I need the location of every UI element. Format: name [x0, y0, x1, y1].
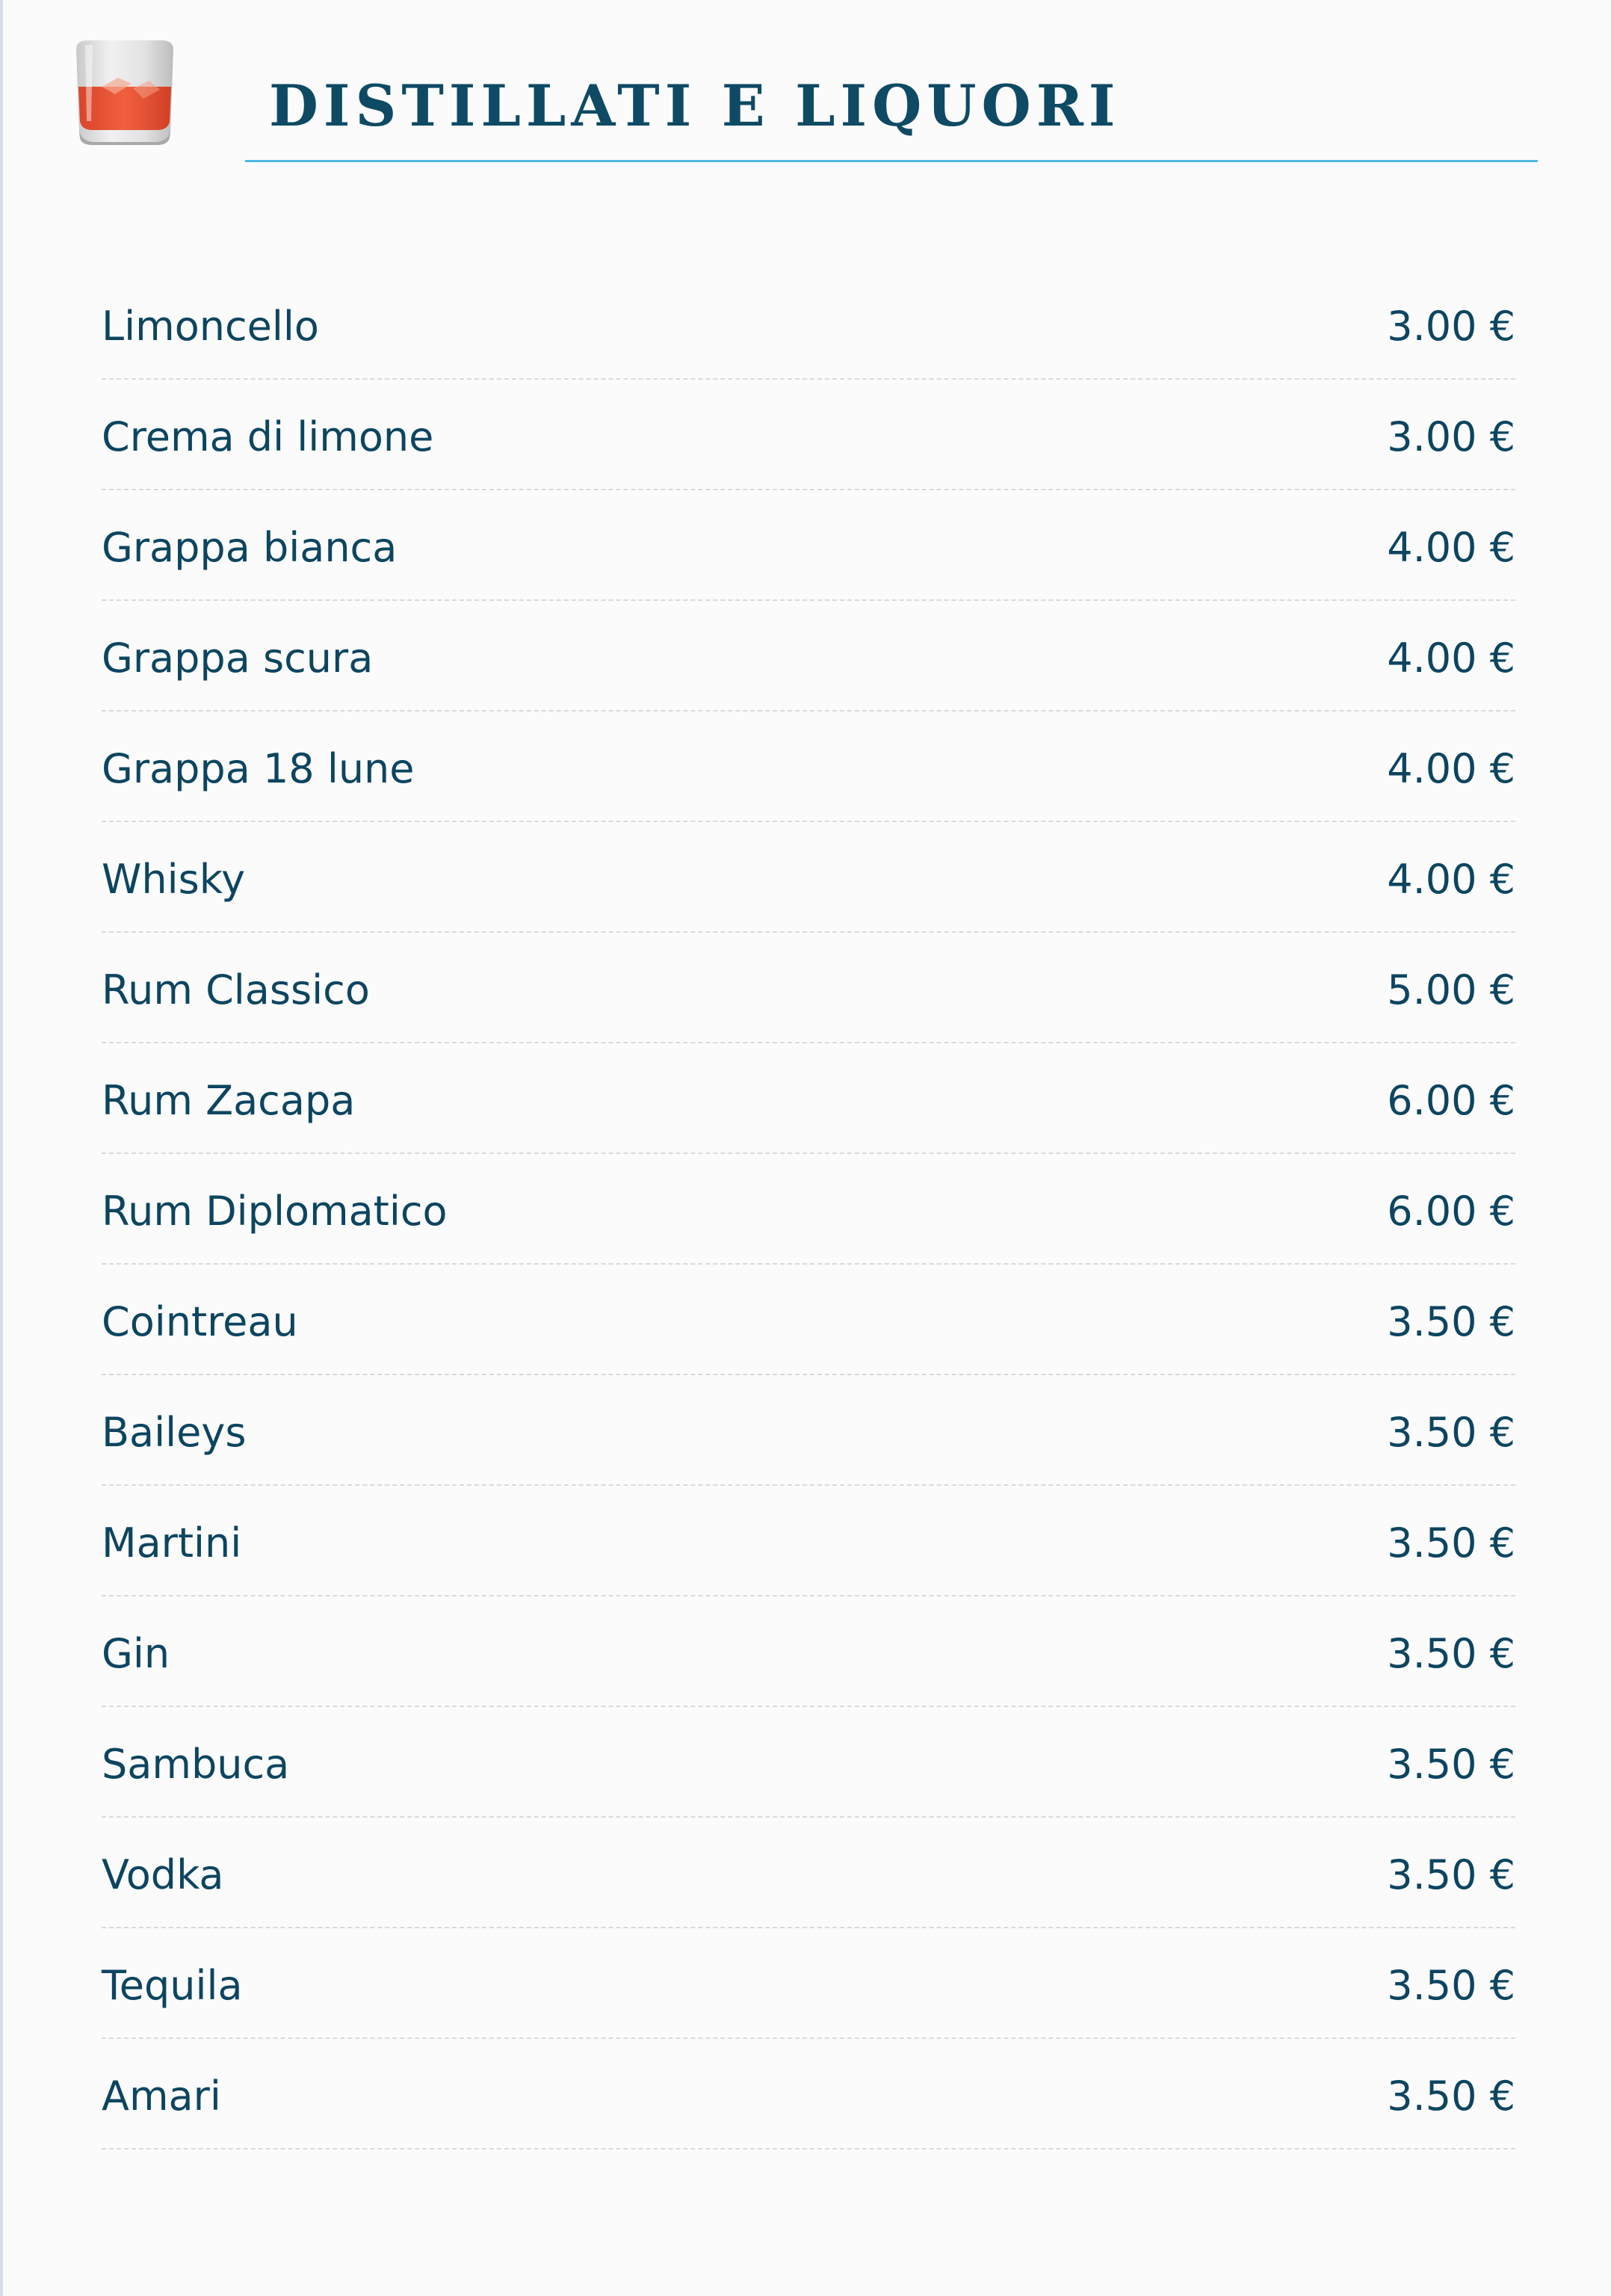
menu-item-row: Sambuca 3.50 €	[102, 1707, 1515, 1818]
menu-item-name: Grappa scura	[102, 635, 374, 682]
menu-item-row: Amari 3.50 €	[102, 2039, 1515, 2150]
menu-item-price: 3.50 €	[1387, 1298, 1515, 1345]
menu-item-price: 4.00 €	[1387, 745, 1515, 792]
menu-item-row: Tequila 3.50 €	[102, 1928, 1515, 2039]
menu-item-row: Rum Zacapa 6.00 €	[102, 1043, 1515, 1154]
menu-item-name: Baileys	[102, 1409, 247, 1456]
page-title: DISTILLATI E LIQUORI	[269, 72, 1121, 139]
menu-item-name: Rum Classico	[102, 966, 370, 1013]
menu-item-name: Rum Zacapa	[102, 1077, 356, 1124]
menu-item-name: Limoncello	[102, 303, 319, 350]
menu-item-row: Rum Diplomatico 6.00 €	[102, 1154, 1515, 1265]
menu-item-name: Sambuca	[102, 1741, 290, 1788]
liquor-glass-icon	[76, 40, 173, 145]
menu-item-name: Martini	[102, 1519, 242, 1567]
menu-item-row: Gin 3.50 €	[102, 1596, 1515, 1707]
menu-item-name: Grappa 18 lune	[102, 745, 415, 792]
menu-item-price: 5.00 €	[1387, 966, 1515, 1013]
menu-item-name: Cointreau	[102, 1298, 298, 1345]
menu-item-price: 4.00 €	[1387, 524, 1515, 571]
menu-item-name: Gin	[102, 1630, 170, 1677]
menu-list: Limoncello 3.00 € Crema di limone 3.00 € Gra…	[102, 269, 1515, 2150]
menu-item-row: Whisky 4.00 €	[102, 822, 1515, 933]
menu-item-name: Tequila	[102, 1962, 243, 2009]
menu-item-name: Crema di limone	[102, 413, 434, 460]
menu-item-price: 3.50 €	[1387, 1851, 1515, 1898]
menu-item-price: 3.50 €	[1387, 2073, 1515, 2120]
menu-item-row: Martini 3.50 €	[102, 1486, 1515, 1596]
menu-item-row: Rum Classico 5.00 €	[102, 933, 1515, 1043]
menu-item-name: Whisky	[102, 856, 246, 903]
title-divider	[245, 160, 1538, 162]
menu-item-name: Amari	[102, 2073, 221, 2120]
menu-item-price: 4.00 €	[1387, 635, 1515, 682]
menu-item-price: 3.50 €	[1387, 1519, 1515, 1567]
menu-item-row: Cointreau 3.50 €	[102, 1265, 1515, 1375]
menu-item-price: 3.50 €	[1387, 1741, 1515, 1788]
menu-item-price: 4.00 €	[1387, 856, 1515, 903]
menu-item-row: Grappa scura 4.00 €	[102, 601, 1515, 712]
menu-item-price: 3.50 €	[1387, 1962, 1515, 2009]
menu-item-name: Rum Diplomatico	[102, 1188, 448, 1235]
menu-item-row: Grappa 18 lune 4.00 €	[102, 712, 1515, 822]
menu-header: DISTILLATI E LIQUORI	[3, 0, 1611, 172]
menu-item-row: Crema di limone 3.00 €	[102, 380, 1515, 490]
menu-item-row: Baileys 3.50 €	[102, 1375, 1515, 1486]
menu-item-price: 3.00 €	[1387, 303, 1515, 350]
menu-item-price: 3.50 €	[1387, 1630, 1515, 1677]
menu-item-price: 6.00 €	[1387, 1188, 1515, 1235]
menu-item-price: 3.00 €	[1387, 413, 1515, 460]
menu-item-row: Grappa bianca 4.00 €	[102, 490, 1515, 601]
menu-item-name: Grappa bianca	[102, 524, 398, 571]
menu-item-price: 3.50 €	[1387, 1409, 1515, 1456]
menu-item-row: Limoncello 3.00 €	[102, 269, 1515, 380]
menu-item-price: 6.00 €	[1387, 1077, 1515, 1124]
menu-item-name: Vodka	[102, 1851, 224, 1898]
menu-item-row: Vodka 3.50 €	[102, 1818, 1515, 1928]
